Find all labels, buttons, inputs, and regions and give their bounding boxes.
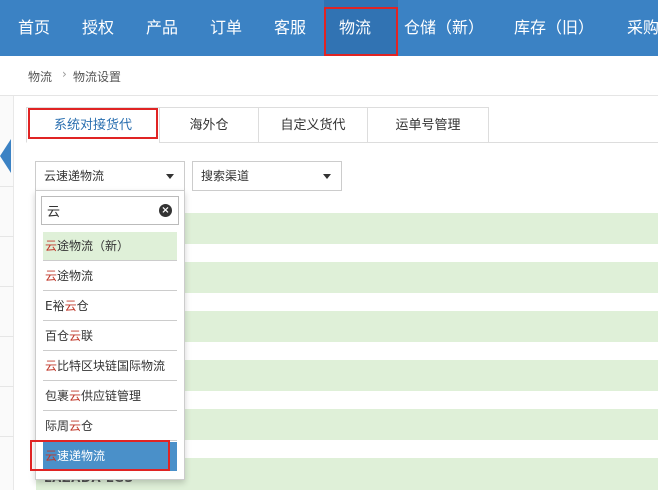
option-text-prefix: 百仓 <box>45 329 70 343</box>
channel-select[interactable]: 搜索渠道 <box>192 161 342 191</box>
option-text-suffix: 仓 <box>81 419 94 433</box>
option-text-match: 云 <box>64 299 77 313</box>
nav-item-customer-service[interactable]: 客服 <box>274 0 306 56</box>
option-text-suffix: 供应链管理 <box>81 389 142 403</box>
chevron-right-icon: › <box>62 67 67 81</box>
tab-custom-forwarder[interactable]: 自定义货代 <box>258 107 368 143</box>
nav-item-inventory-old[interactable]: 库存（旧） <box>514 0 594 56</box>
sidebar-collapse-arrow-icon[interactable] <box>0 139 11 173</box>
option-text-match: 云 <box>69 419 82 433</box>
nav-item-products[interactable]: 产品 <box>146 0 178 56</box>
clear-icon[interactable]: × <box>159 204 172 217</box>
caret-down-icon <box>166 174 174 179</box>
logistics-select-value: 云速递物流 <box>44 169 105 183</box>
caret-down-icon <box>323 174 331 179</box>
option-text-prefix: E裕 <box>45 299 65 313</box>
dropdown-option[interactable]: 百仓云联 <box>43 322 177 351</box>
breadcrumb-logistics[interactable]: 物流 <box>28 68 52 85</box>
nav-item-purchasing[interactable]: 采购 <box>627 0 658 56</box>
nav-logistics-highlight-box <box>324 7 398 56</box>
option-text-prefix: 包裹 <box>45 389 70 403</box>
nav-item-orders[interactable]: 订单 <box>210 0 242 56</box>
option-text-match: 云 <box>45 269 58 283</box>
tab-waybill-management[interactable]: 运单号管理 <box>367 107 489 143</box>
channel-select-placeholder: 搜索渠道 <box>201 169 250 183</box>
option-text-prefix: 际周 <box>45 419 70 433</box>
dropdown-search-box: × <box>41 196 179 225</box>
logistics-select[interactable]: 云速递物流 <box>35 161 185 191</box>
breadcrumb: 物流 › 物流设置 <box>0 56 658 96</box>
option-text-match: 云 <box>69 329 82 343</box>
option-text-suffix: 联 <box>81 329 94 343</box>
tab-overseas-warehouse[interactable]: 海外仓 <box>159 107 259 143</box>
option-text-match: 云 <box>45 239 58 253</box>
option-text-match: 云 <box>45 359 58 373</box>
dropdown-option[interactable]: 际周云仓 <box>43 412 177 441</box>
dropdown-option[interactable]: 云途物流 <box>43 262 177 291</box>
nav-item-home[interactable]: 首页 <box>18 0 50 56</box>
dropdown-search-input[interactable] <box>42 197 154 224</box>
option-text-suffix: 途物流（新） <box>57 239 130 253</box>
option-text-suffix: 途物流 <box>57 269 94 283</box>
selected-option-highlight-box <box>30 440 170 471</box>
tab-highlight-box <box>28 108 158 139</box>
dropdown-option[interactable]: 包裹云供应链管理 <box>43 382 177 411</box>
option-text-suffix: 比特区块链国际物流 <box>57 359 166 373</box>
option-text-suffix: 仓 <box>76 299 89 313</box>
nav-item-authorization[interactable]: 授权 <box>82 0 114 56</box>
breadcrumb-logistics-settings: 物流设置 <box>73 70 122 84</box>
nav-item-warehouse-new[interactable]: 仓储（新） <box>404 0 484 56</box>
dropdown-option[interactable]: 云途物流（新） <box>43 232 177 261</box>
logistics-dropdown: × 云途物流（新）云途物流E裕云仓百仓云联云比特区块链国际物流包裹云供应链管理际… <box>35 190 185 480</box>
dropdown-option[interactable]: 云比特区块链国际物流 <box>43 352 177 381</box>
option-text-match: 云 <box>69 389 82 403</box>
dropdown-option[interactable]: E裕云仓 <box>43 292 177 321</box>
